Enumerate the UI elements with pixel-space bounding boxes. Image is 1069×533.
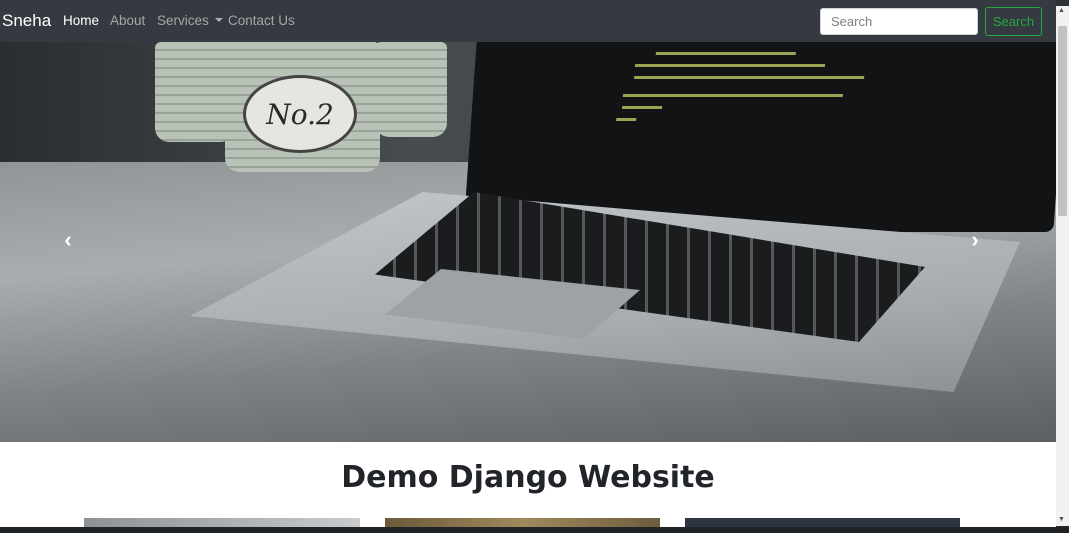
plant-pot-right xyxy=(375,42,447,137)
taskbar xyxy=(0,527,1069,533)
code-line xyxy=(655,52,796,55)
page: Sneha Home About Services Contact Us Sea… xyxy=(0,0,1056,533)
nav-link-about[interactable]: About xyxy=(110,13,145,28)
caret-down-icon xyxy=(214,18,223,22)
chevron-right-icon: › xyxy=(971,227,979,252)
scroll-up-icon[interactable]: ▲ xyxy=(1058,7,1065,14)
navbar-brand[interactable]: Sneha xyxy=(2,11,51,31)
page-heading: Demo Django Website xyxy=(341,460,715,495)
search-button[interactable]: Search xyxy=(985,7,1042,36)
nav-link-services-label: Services xyxy=(157,13,209,28)
hero-carousel: No.2 ‹ › xyxy=(0,42,1056,442)
page-scrollbar[interactable]: ▲ ▼ xyxy=(1056,6,1069,526)
code-line xyxy=(622,94,844,97)
code-line xyxy=(616,118,637,121)
carousel-next-control[interactable]: › xyxy=(963,228,987,252)
code-line xyxy=(634,64,826,67)
carousel-prev-control[interactable]: ‹ xyxy=(56,228,80,252)
navbar: Sneha Home About Services Contact Us Sea… xyxy=(0,0,1056,42)
scroll-down-icon[interactable]: ▼ xyxy=(1058,516,1065,523)
pot-label: No.2 xyxy=(243,75,357,153)
nav-link-services[interactable]: Services xyxy=(157,13,223,28)
nav-link-contact[interactable]: Contact Us xyxy=(228,13,295,28)
plant-pot-left xyxy=(155,42,235,142)
search-input[interactable] xyxy=(820,8,978,35)
code-line xyxy=(621,106,663,109)
nav-link-home[interactable]: Home xyxy=(63,13,99,28)
scroll-thumb[interactable] xyxy=(1058,26,1067,216)
chevron-left-icon: ‹ xyxy=(64,227,72,252)
code-line xyxy=(634,76,865,79)
